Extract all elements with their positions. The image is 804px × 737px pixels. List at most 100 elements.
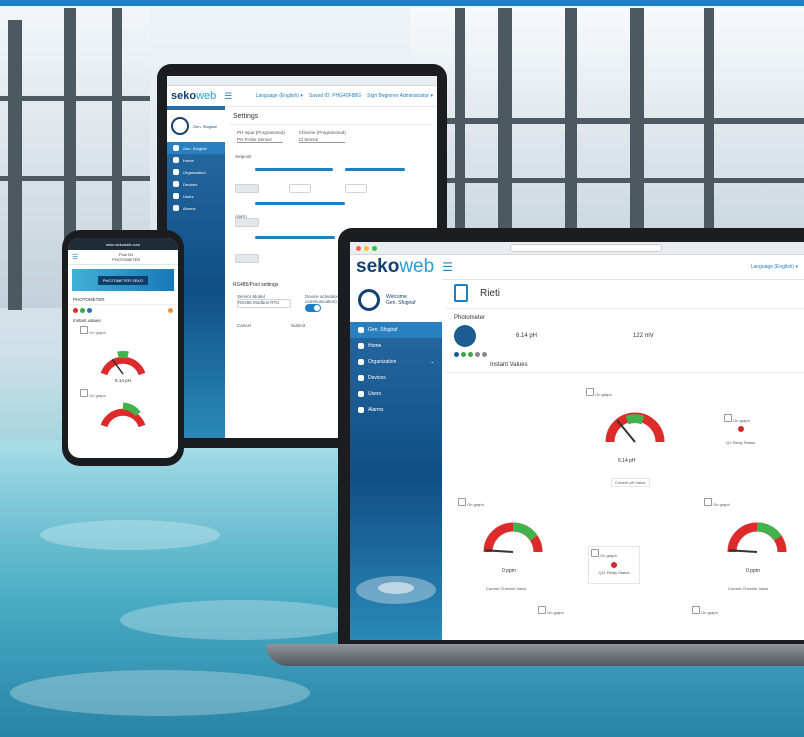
submit-button[interactable]: Submit (291, 323, 305, 328)
on-graph-checkbox[interactable] (704, 498, 712, 506)
on-graph-label: On graph (701, 610, 718, 615)
maximize-window-icon[interactable] (372, 245, 377, 251)
org-icon (173, 169, 179, 175)
menu-icon[interactable]: ☰ (442, 260, 453, 274)
laptop-device: sekoweb ☰ Language (English) ▾ Welcome Ge… (338, 228, 804, 654)
water-ripple (10, 670, 310, 716)
laptop-nav-item[interactable]: Organization ⌄ (350, 354, 442, 370)
on-graph-option[interactable]: On graph (589, 547, 639, 560)
on-graph-checkbox[interactable] (458, 498, 466, 506)
user-name: Gen. Sfogiraf (386, 300, 416, 306)
ph-gauge-value: 6.14 pH (618, 458, 636, 464)
gauges-area: On graph 6.14 pH Current pH Value On gra… (446, 386, 804, 626)
laptop-nav-item[interactable]: Users (350, 386, 442, 402)
phone-title: Pool N1 PHOTOMETER (112, 252, 140, 262)
activation-toggle[interactable] (305, 304, 321, 312)
status-dot-icon (73, 308, 78, 313)
menu-icon[interactable]: ☰ (72, 253, 78, 261)
on-graph-option[interactable]: On graph (586, 388, 612, 397)
tablet-nav-item[interactable]: Home (167, 154, 225, 166)
close-window-icon[interactable] (356, 245, 361, 251)
on-graph-option[interactable]: On graph (724, 414, 750, 423)
on-graph-checkbox[interactable] (724, 414, 732, 422)
sensor-model-select[interactable]: RS485 Modbus RTU (237, 299, 291, 308)
on-graph-option[interactable]: On graph (538, 606, 564, 615)
ph-input-select[interactable]: PH Probe Sensor (237, 137, 283, 143)
laptop-nav-item[interactable]: Home (350, 338, 442, 354)
device-icon (358, 375, 364, 381)
on-graph-checkbox[interactable] (538, 606, 546, 614)
bell-icon (358, 407, 364, 413)
menu-icon[interactable]: ☰ (224, 91, 232, 102)
tablet-user-panel: Gen. Sfogiraf (167, 110, 225, 142)
minimize-window-icon[interactable] (364, 245, 369, 251)
tablet-header: sekoweb ☰ Language (English) ▾ Saved ID:… (167, 86, 437, 107)
advanced-button[interactable] (235, 218, 259, 227)
on-graph-checkbox[interactable] (591, 549, 599, 557)
laptop-header: sekoweb ☰ Language (English) ▾ (350, 255, 804, 280)
field-label: PH Input (Programmed) (237, 130, 285, 135)
tablet-header-item[interactable]: Sign Beginner Administrator ▾ (367, 93, 433, 99)
on-graph-checkbox[interactable] (586, 388, 594, 396)
laptop-sidebar: Welcome Gen. Sfogiraf Gen. Sfogiraf Home … (350, 278, 442, 640)
tablet-nav-item[interactable]: Alarms (167, 202, 225, 214)
phone-screen: seko.sekoweb.com ☰ Pool N1 PHOTOMETER PHO… (68, 238, 178, 458)
nav-label: Alarms (183, 205, 196, 211)
address-bar[interactable] (510, 244, 662, 252)
phone-on-graph[interactable]: On graph (68, 325, 178, 336)
advanced-button[interactable] (235, 254, 259, 263)
field-label: Chlorine (Programmed) (298, 130, 346, 135)
on-graph-checkbox[interactable] (80, 326, 88, 334)
device-name: Photometer (454, 315, 486, 321)
tablet-language-select[interactable]: Language (English) ▾ (256, 93, 303, 99)
window-frame (0, 96, 150, 101)
laptop-nav-item[interactable]: Devices (350, 370, 442, 386)
on-graph-checkbox[interactable] (80, 389, 88, 397)
nav-label: Gen. Sfogiraf (183, 145, 207, 151)
laptop-nav-item[interactable]: Alarms (350, 402, 442, 418)
value-input[interactable] (289, 184, 311, 193)
tablet-programmed-fields: PH Input (Programmed) PH Probe Sensor Chl… (229, 125, 433, 148)
value-input[interactable] (345, 184, 367, 193)
laptop-user-panel: Welcome Gen. Sfogiraf (350, 278, 442, 322)
nav-label: Gen. Sfogiraf (368, 327, 398, 333)
gauge-green-arc (756, 522, 782, 541)
phone-on-graph[interactable]: On graph (68, 383, 178, 398)
laptop-nav-item[interactable]: Gen. Sfogiraf (350, 322, 442, 338)
on-graph-checkbox[interactable] (692, 606, 700, 614)
tablet-nav-item[interactable]: Gen. Sfogiraf (167, 142, 225, 154)
phone-instant-values-select[interactable]: Instant values (68, 316, 178, 325)
nav-label: Organization (183, 169, 206, 175)
on-graph-option[interactable]: On graph (692, 606, 718, 615)
dosing-slider[interactable] (345, 168, 405, 171)
range-slider[interactable] (255, 236, 335, 239)
laptop-language-select[interactable]: Language (English) ▾ (751, 264, 798, 270)
nav-label: Users (183, 193, 194, 199)
phone-ph-gauge (100, 350, 146, 376)
cancel-button[interactable]: Cancel (237, 323, 251, 328)
alarm-slider[interactable] (255, 202, 345, 205)
ph-gauge (605, 412, 665, 443)
sensor-model-field: Sensor Model RS485 Modbus RTU (237, 294, 291, 313)
setpoint-slider[interactable] (255, 168, 333, 171)
phone-header: ☰ Pool N1 PHOTOMETER (68, 250, 178, 265)
row-label: Setpoint (235, 154, 252, 159)
water-ripple (40, 520, 220, 550)
mv-summary-value: 122 mV (633, 333, 654, 339)
ph-summary-value: 6.14 pH (516, 333, 538, 339)
tablet-header-item[interactable]: Saved ID: PHG40F88G (309, 93, 361, 99)
advanced-button[interactable] (235, 184, 259, 193)
on-graph-option[interactable]: On graph (704, 498, 730, 507)
nav-label: Users (368, 391, 382, 397)
chlorine-gauge-left (483, 522, 543, 553)
home-icon (173, 157, 179, 163)
gauge-green-arc (117, 350, 129, 359)
tablet-nav-item[interactable]: Users (167, 190, 225, 202)
nav-label: Home (368, 343, 382, 349)
device-icon (173, 181, 179, 187)
on-graph-option[interactable]: On graph (458, 498, 484, 507)
chevron-down-icon: ⌄ (430, 359, 435, 365)
chlorine-select[interactable]: Cl Sensor (298, 137, 345, 143)
tablet-nav-item[interactable]: Devices (167, 178, 225, 190)
tablet-nav-item[interactable]: Organization (167, 166, 225, 178)
